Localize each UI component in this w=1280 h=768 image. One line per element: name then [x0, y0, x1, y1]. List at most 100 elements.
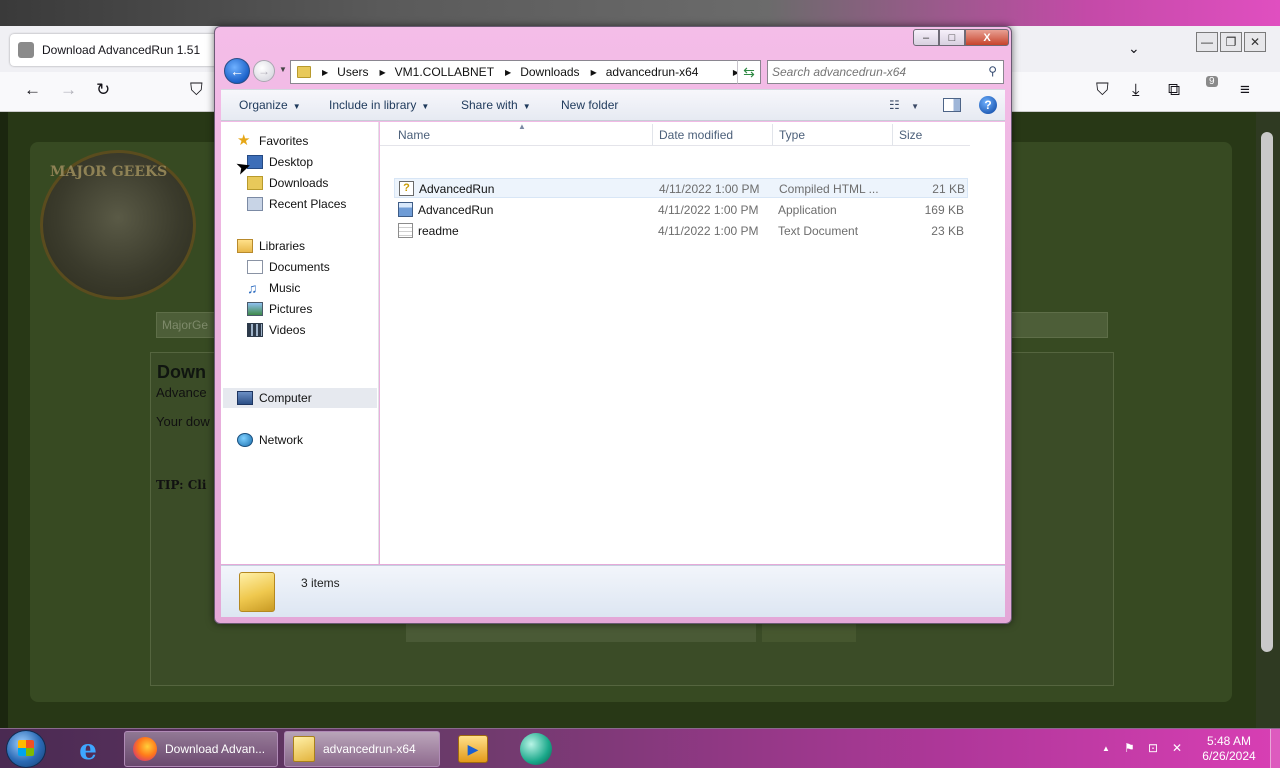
search-box[interactable]: ⚲ — [767, 60, 1004, 84]
column-size[interactable]: Size — [899, 128, 922, 142]
column-divider[interactable] — [892, 124, 893, 146]
recent-pages-chevron-icon[interactable]: ▼ — [279, 65, 287, 74]
preview-pane-icon[interactable] — [943, 98, 961, 112]
breadcrumb-chevron-icon[interactable]: ▶ — [380, 68, 386, 77]
include-in-library-button[interactable]: Include in library ▼ — [329, 98, 429, 112]
pinned-app-icon[interactable] — [520, 733, 552, 765]
browser-close-button[interactable]: ✕ — [1244, 32, 1266, 52]
page-scrollbar[interactable] — [1256, 112, 1280, 728]
back-arrow-icon[interactable]: ← — [24, 80, 41, 100]
nav-label: Libraries — [259, 239, 306, 253]
nav-libraries[interactable]: Libraries — [237, 239, 305, 253]
nav-label: Computer — [259, 391, 312, 405]
downloads-folder-icon — [247, 176, 263, 190]
windows-logo-icon — [18, 740, 34, 756]
nav-label: Music — [269, 281, 301, 295]
nav-label: Network — [259, 433, 304, 447]
nav-desktop[interactable]: Desktop — [247, 155, 313, 169]
column-divider[interactable] — [772, 124, 773, 146]
breadcrumb-users[interactable]: Users — [337, 65, 368, 79]
network-status-icon[interactable]: ⊡ — [1148, 741, 1158, 755]
system-clock[interactable]: 5:48 AM 6/26/2024 — [1196, 734, 1262, 764]
clock-time: 5:48 AM — [1206, 734, 1252, 748]
internet-explorer-icon[interactable]: e — [72, 733, 104, 766]
file-date: 4/11/2022 1:00 PM — [658, 203, 759, 217]
nav-music[interactable]: ♫ Music — [247, 281, 300, 295]
breadcrumb-chevron-icon[interactable]: ▶ — [591, 68, 597, 77]
change-view-icon[interactable]: ☷ ▼ — [889, 98, 919, 112]
browser-window-controls: — ❐ ✕ — [1196, 32, 1266, 52]
taskbar-firefox-button[interactable]: Download Advan... — [124, 731, 278, 767]
tab-list-chevron-icon[interactable]: ⌄ — [1128, 40, 1140, 57]
file-name: AdvancedRun — [419, 182, 495, 196]
breadcrumb-chevron-icon[interactable]: ▶ — [322, 68, 328, 77]
column-name[interactable]: Name — [398, 128, 430, 142]
nav-pictures[interactable]: Pictures — [247, 302, 312, 316]
browser-minimize-button[interactable]: — — [1196, 32, 1218, 52]
volume-muted-icon[interactable]: ✕ — [1172, 741, 1182, 755]
browser-tab[interactable]: Download AdvancedRun 1.51 — [10, 34, 225, 66]
scrollbar-thumb[interactable] — [1261, 132, 1273, 652]
new-folder-button[interactable]: New folder — [561, 98, 618, 112]
file-row[interactable]: readme 4/11/2022 1:00 PM Text Document 2… — [394, 221, 968, 241]
taskbar-explorer-label: advancedrun-x64 — [323, 742, 416, 756]
search-icon[interactable]: ⚲ — [988, 64, 997, 78]
show-hidden-icons-icon[interactable]: ▲ — [1102, 744, 1110, 753]
show-desktop-button[interactable] — [1270, 729, 1280, 768]
column-date-modified[interactable]: Date modified — [659, 128, 733, 142]
explorer-window: – □ X ← → ▼ ▶ Users ▶ VM1.COLLABNET ▶ Do… — [214, 26, 1012, 624]
search-input[interactable] — [768, 61, 978, 83]
nav-computer[interactable]: Computer — [237, 391, 312, 405]
refresh-icon: ⇆ — [743, 63, 755, 80]
extensions-icon[interactable]: ⧉ — [1168, 80, 1180, 100]
breadcrumb-advancedrun[interactable]: advancedrun-x64 — [606, 65, 699, 79]
pocket-icon[interactable]: ⛉ — [1096, 80, 1109, 100]
nav-label: Desktop — [269, 155, 314, 169]
forward-arrow-icon[interactable]: → — [60, 80, 77, 100]
breadcrumb-chevron-icon[interactable]: ▶ — [505, 68, 511, 77]
file-name: readme — [418, 224, 459, 238]
forward-button[interactable]: → — [253, 60, 275, 82]
organize-button[interactable]: Organize ▼ — [239, 98, 301, 112]
action-center-flag-icon[interactable]: ⚑ — [1124, 741, 1135, 755]
tracking-shield-icon[interactable]: ⛉ — [190, 80, 203, 100]
breadcrumb-vm1[interactable]: VM1.COLLABNET — [395, 65, 494, 79]
file-list: ▲ Name Date modified Type Size ? Advance… — [380, 122, 1005, 564]
refresh-button[interactable]: ⇆ — [737, 60, 761, 84]
downloads-icon[interactable]: ⤓ — [1132, 80, 1140, 100]
explorer-minimize-button[interactable]: – — [913, 29, 939, 46]
menu-icon[interactable]: ≡ — [1240, 80, 1250, 100]
reload-icon[interactable]: ↻ — [96, 80, 110, 100]
column-type[interactable]: Type — [779, 128, 805, 142]
dropdown-arrow-icon: ▼ — [522, 102, 531, 111]
nav-videos[interactable]: Videos — [247, 323, 305, 337]
address-bar[interactable]: ▶ Users ▶ VM1.COLLABNET ▶ Downloads ▶ ad… — [290, 60, 760, 84]
file-date: 4/11/2022 1:00 PM — [659, 182, 760, 196]
explorer-close-button[interactable]: X — [965, 29, 1009, 46]
tip-text: TIP: Cli — [156, 478, 207, 492]
column-divider[interactable] — [652, 124, 653, 146]
nav-label: Favorites — [259, 134, 309, 148]
browser-restore-button[interactable]: ❐ — [1220, 32, 1242, 52]
help-icon[interactable]: ? — [979, 96, 997, 114]
nav-recent-places[interactable]: Recent Places — [247, 197, 346, 211]
taskbar-firefox-label: Download Advan... — [165, 742, 266, 756]
nav-label: Recent Places — [269, 197, 347, 211]
clock-date: 6/26/2024 — [1202, 749, 1256, 763]
breadcrumb-downloads[interactable]: Downloads — [520, 65, 579, 79]
file-row[interactable]: ? AdvancedRun 4/11/2022 1:00 PM Compiled… — [394, 178, 968, 198]
nav-favorites[interactable]: ★ Favorites — [237, 133, 309, 148]
download-text: Your dow — [156, 414, 210, 429]
nav-downloads[interactable]: Downloads — [247, 176, 328, 190]
media-player-icon[interactable]: ▶ — [458, 735, 488, 763]
file-row[interactable]: AdvancedRun 4/11/2022 1:00 PM Applicatio… — [394, 200, 968, 220]
explorer-maximize-button[interactable]: □ — [939, 29, 965, 46]
back-button[interactable]: ← — [224, 58, 250, 84]
nav-documents[interactable]: Documents — [247, 260, 330, 274]
addon-badge[interactable]: 9 — [1206, 76, 1218, 87]
share-with-button[interactable]: Share with ▼ — [461, 98, 531, 112]
command-bar: Organize ▼ Include in library ▼ Share with… — [221, 89, 1005, 121]
nav-network[interactable]: Network — [237, 433, 303, 447]
site-logo-text: MAJOR GEEKS — [50, 164, 168, 180]
taskbar-explorer-button[interactable]: advancedrun-x64 — [284, 731, 440, 767]
